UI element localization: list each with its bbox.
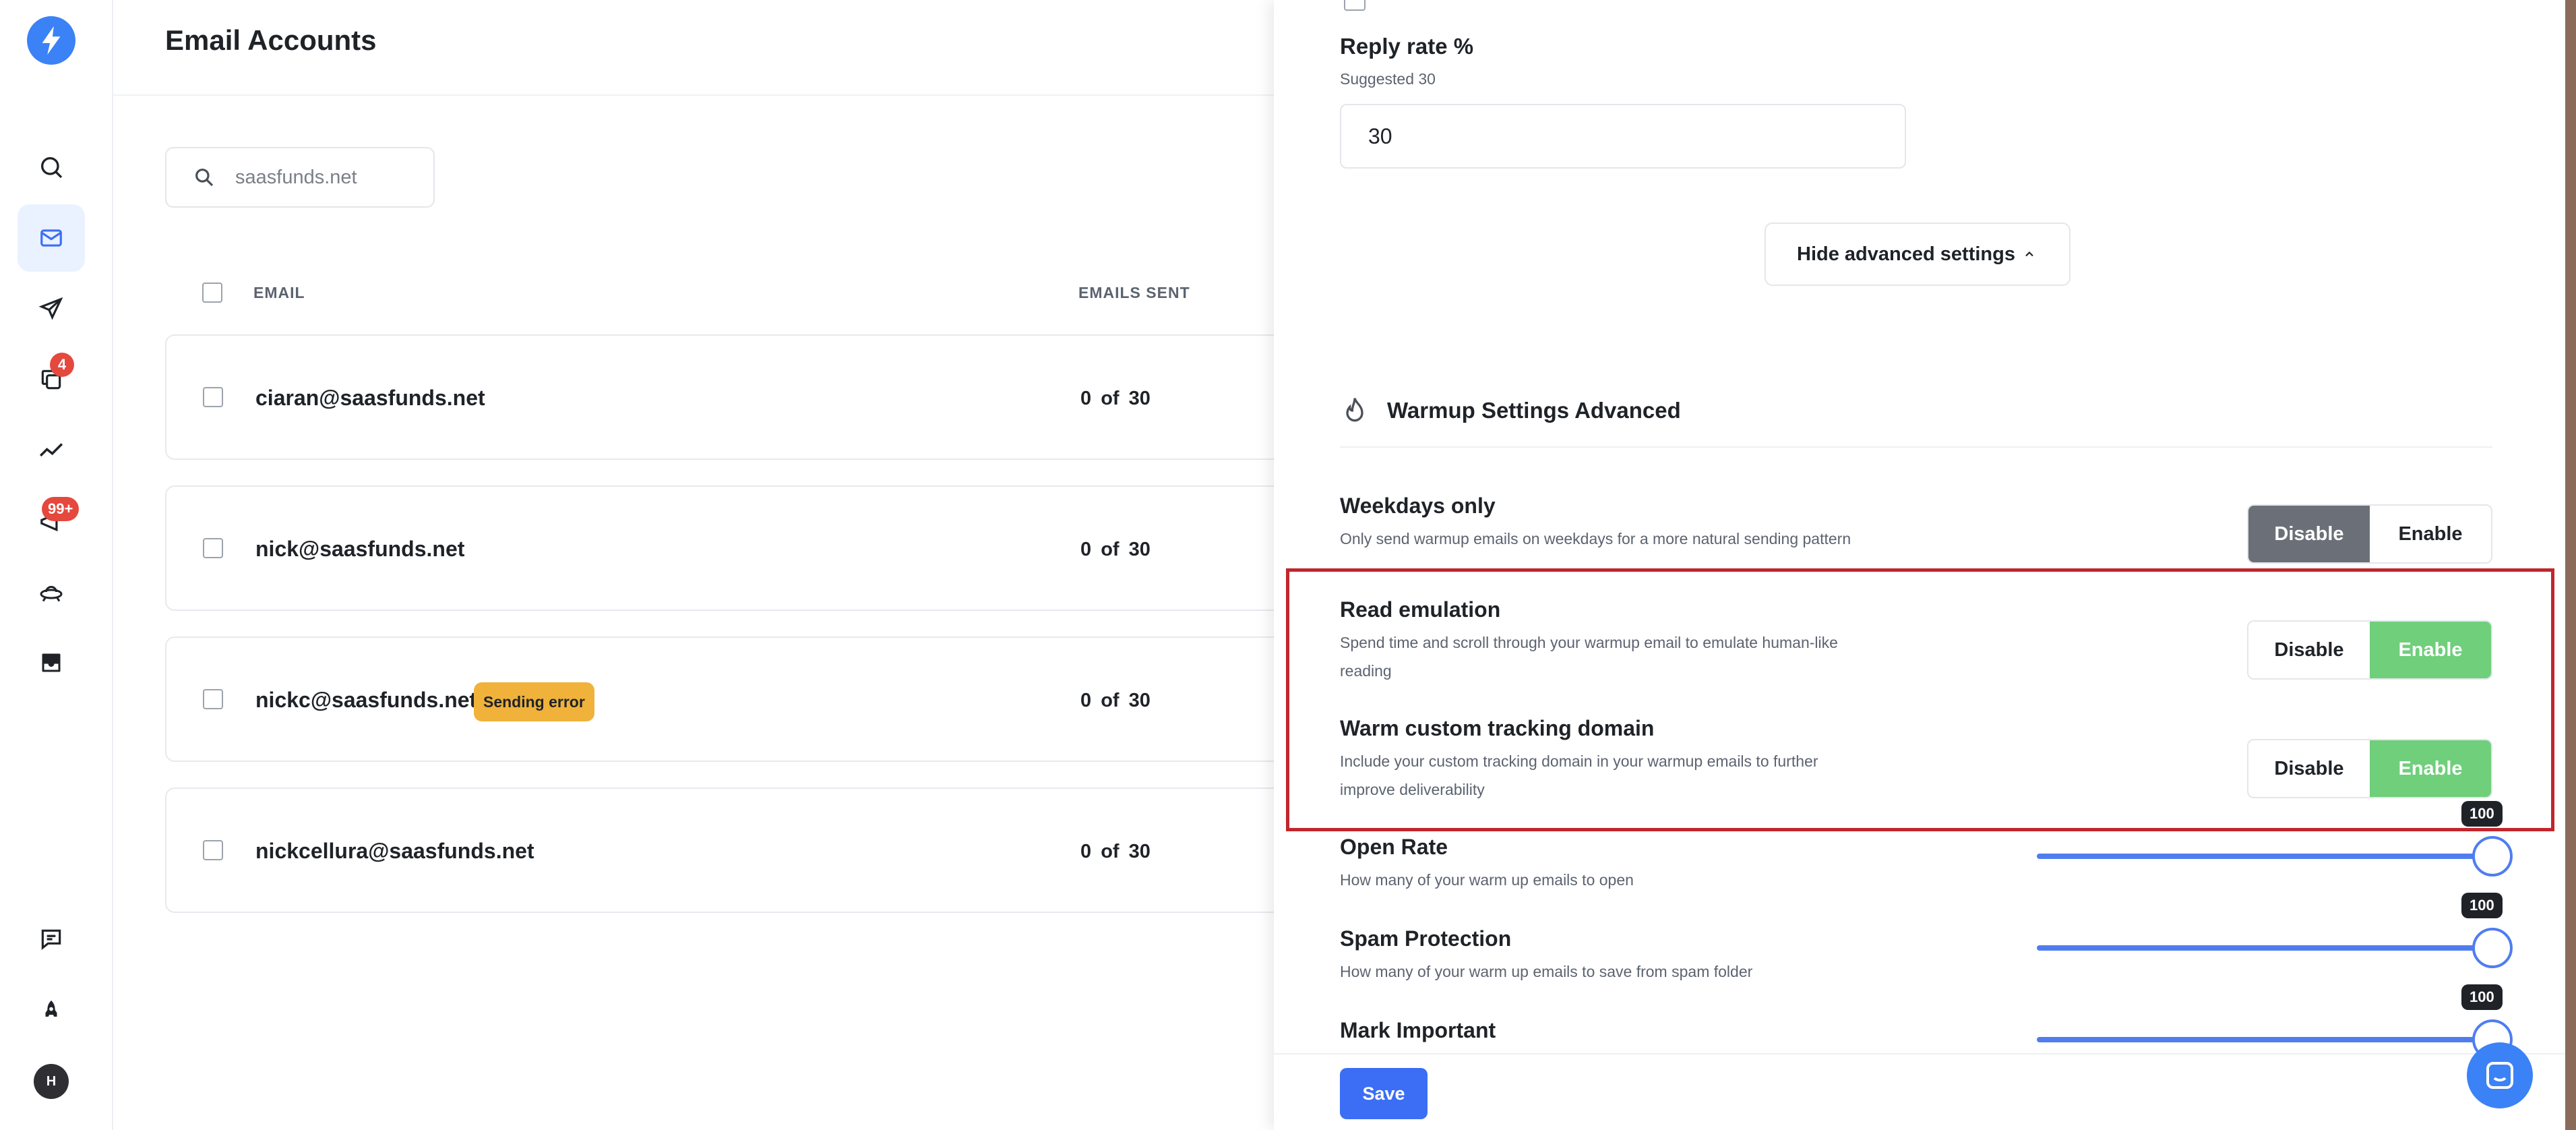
panel-footer: Save (1274, 1053, 2565, 1130)
reply-rate-label: Reply rate % (1340, 34, 1474, 59)
feedback-icon (41, 929, 61, 950)
column-header-emails-sent: EMAILS SENT (1078, 284, 1190, 301)
spam-protection-slider-handle[interactable] (2472, 928, 2513, 968)
inbox-icon (42, 653, 61, 672)
sent-limit: 30 (1128, 690, 1151, 711)
chat-icon (2486, 1062, 2513, 1089)
weekdays-only-desc: Only send warmup emails on weekdays for … (1340, 530, 1851, 547)
sidebar-item-onboarding[interactable] (18, 976, 85, 1044)
column-header-email: EMAIL (253, 284, 305, 301)
email-address: nickc@saasfunds.net (255, 688, 477, 712)
emails-sent-count: 0 of 30 (1080, 539, 1151, 561)
ufo-icon (40, 586, 63, 602)
sent-of: of (1101, 690, 1120, 711)
mark-important-value: 100 (2461, 984, 2503, 1010)
sidebar-item-inbox[interactable] (18, 629, 85, 696)
row-checkbox[interactable] (203, 387, 223, 407)
search-icon (41, 157, 63, 179)
hide-advanced-label: Hide advanced settings (1797, 243, 2015, 265)
sidebar: 4 99+ H (0, 0, 113, 1130)
emails-sent-count: 0 of 30 (1080, 690, 1151, 712)
chat-launcher-button[interactable] (2467, 1042, 2533, 1108)
sending-error-badge[interactable]: Sending error (474, 682, 594, 721)
emails-sent-count: 0 of 30 (1080, 841, 1151, 863)
weekdays-enable-button[interactable]: Enable (2370, 506, 2491, 562)
email-address: nickcellura@saasfunds.net (255, 839, 534, 863)
weekdays-only-toggle: Disable Enable (2247, 504, 2492, 564)
sent-of: of (1101, 539, 1120, 560)
open-rate-slider-handle[interactable] (2472, 836, 2513, 876)
slow-warmup-checkbox[interactable] (1344, 0, 1366, 11)
table-row[interactable]: nick@saasfunds.net 0 of 30 (165, 485, 1311, 611)
spam-protection-value: 100 (2461, 893, 2503, 918)
row-checkbox[interactable] (203, 538, 223, 558)
sidebar-item-analytics[interactable] (18, 417, 85, 484)
warmup-settings-panel: Reply rate % Suggested 30 30 Hide advanc… (1274, 0, 2576, 1130)
reply-rate-hint: Suggested 30 (1340, 70, 1436, 88)
reply-rate-value: 30 (1368, 123, 1392, 148)
hide-advanced-settings-button[interactable]: Hide advanced settings (1765, 222, 2071, 286)
mark-important-title: Mark Important (1340, 1018, 1496, 1042)
section-title: Warmup Settings Advanced (1387, 398, 1681, 423)
sidebar-item-email-accounts[interactable] (18, 204, 85, 272)
mark-important-slider-track[interactable] (2037, 1037, 2494, 1042)
open-rate-desc: How many of your warm up emails to open (1340, 871, 1634, 889)
analytics-icon (39, 443, 63, 457)
notification-badge: 99+ (42, 497, 80, 521)
chevron-up-icon (2025, 251, 2033, 257)
reply-rate-input[interactable]: 30 (1340, 104, 1906, 169)
sent-value: 0 (1080, 539, 1092, 560)
open-rate-slider-track[interactable] (2037, 854, 2494, 859)
email-address: nick@saasfunds.net (255, 537, 465, 561)
user-avatar[interactable]: H (34, 1064, 69, 1099)
row-checkbox[interactable] (203, 689, 223, 709)
spam-protection-title: Spam Protection (1340, 926, 1512, 951)
sent-of: of (1101, 388, 1120, 409)
sent-limit: 30 (1128, 388, 1151, 409)
search-icon (195, 169, 214, 187)
spam-protection-desc: How many of your warm up emails to save … (1340, 963, 1753, 980)
table-row[interactable]: nickcellura@saasfunds.net 0 of 30 (165, 787, 1311, 913)
row-checkbox[interactable] (203, 840, 223, 860)
highlight-box (1286, 568, 2554, 831)
sidebar-item-templates[interactable]: 4 (18, 346, 85, 413)
search-value: saasfunds.net (235, 166, 357, 188)
sidebar-item-feedback[interactable] (18, 905, 85, 973)
rocket-icon (45, 1000, 57, 1017)
weekdays-only-title: Weekdays only (1340, 494, 1496, 518)
mail-icon (40, 229, 62, 247)
open-rate-value: 100 (2461, 801, 2503, 827)
header-divider (113, 94, 1274, 96)
weekdays-disable-button[interactable]: Disable (2248, 506, 2370, 562)
sent-limit: 30 (1128, 841, 1151, 862)
sidebar-item-integrations[interactable] (18, 558, 85, 626)
sent-value: 0 (1080, 690, 1092, 711)
sent-value: 0 (1080, 388, 1092, 409)
sidebar-item-campaigns[interactable] (18, 275, 85, 343)
panel-scrollbar[interactable] (2565, 0, 2576, 1130)
sidebar-item-search[interactable] (18, 133, 85, 201)
open-rate-title: Open Rate (1340, 835, 1448, 859)
app-root: 4 99+ H Email Accounts saasfunds.net EMA… (0, 0, 2576, 1130)
flame-icon (1346, 398, 1363, 422)
notification-badge: 4 (50, 353, 74, 377)
save-button[interactable]: Save (1340, 1068, 1428, 1119)
page-title: Email Accounts (165, 24, 377, 56)
spam-protection-slider-track[interactable] (2037, 945, 2494, 951)
table-row[interactable]: nickc@saasfunds.net Sending error 0 of 3… (165, 636, 1311, 762)
emails-sent-count: 0 of 30 (1080, 388, 1151, 410)
bolt-icon (42, 26, 61, 55)
select-all-checkbox[interactable] (202, 282, 222, 303)
send-icon (38, 297, 63, 320)
search-input[interactable]: saasfunds.net (165, 147, 435, 208)
sidebar-item-unibox[interactable]: 99+ (18, 487, 85, 555)
email-address: ciaran@saasfunds.net (255, 386, 485, 410)
section-divider (1340, 446, 2492, 448)
table-row[interactable]: ciaran@saasfunds.net 0 of 30 (165, 334, 1311, 460)
app-logo[interactable] (27, 16, 75, 65)
sent-of: of (1101, 841, 1120, 862)
sent-value: 0 (1080, 841, 1092, 862)
sent-limit: 30 (1128, 539, 1151, 560)
